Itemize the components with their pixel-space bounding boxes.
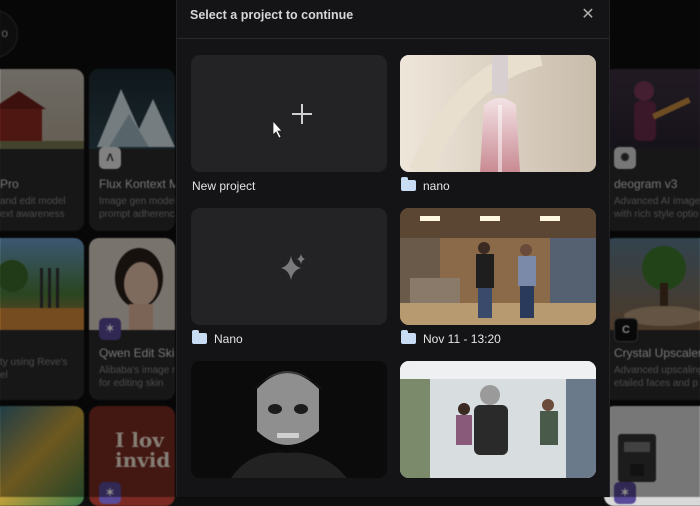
plus-icon bbox=[272, 104, 312, 139]
sparkle-icon bbox=[281, 254, 305, 280]
project-tile[interactable] bbox=[400, 361, 596, 478]
modal-header: Select a project to continue ✕ bbox=[177, 0, 609, 39]
project-tile-Nano[interactable] bbox=[191, 208, 387, 325]
project-select-modal: Select a project to continue ✕ New proje… bbox=[176, 0, 610, 497]
new-project-button[interactable] bbox=[191, 55, 387, 172]
modal-title: Select a project to continue bbox=[190, 8, 354, 22]
project-label: nano bbox=[401, 177, 450, 194]
project-thumbnail bbox=[400, 55, 596, 172]
close-icon[interactable]: ✕ bbox=[577, 4, 599, 26]
project-tile-nov-11[interactable] bbox=[400, 208, 596, 325]
folder-icon bbox=[401, 330, 416, 344]
project-thumbnail bbox=[400, 208, 596, 325]
project-tile-nano[interactable] bbox=[400, 55, 596, 172]
cursor-icon bbox=[272, 119, 283, 139]
project-thumbnail bbox=[400, 361, 596, 478]
project-label: Nov 11 - 13:20 bbox=[401, 330, 501, 347]
folder-icon bbox=[192, 330, 207, 344]
folder-icon bbox=[401, 177, 416, 191]
project-name: nano bbox=[423, 179, 450, 193]
project-name: Nov 11 - 13:20 bbox=[423, 332, 501, 346]
new-project-label: New project bbox=[192, 179, 256, 193]
project-thumbnail bbox=[191, 361, 387, 478]
project-name: Nano bbox=[214, 332, 243, 346]
project-label: Nano bbox=[192, 330, 243, 347]
project-tile[interactable] bbox=[191, 361, 387, 478]
